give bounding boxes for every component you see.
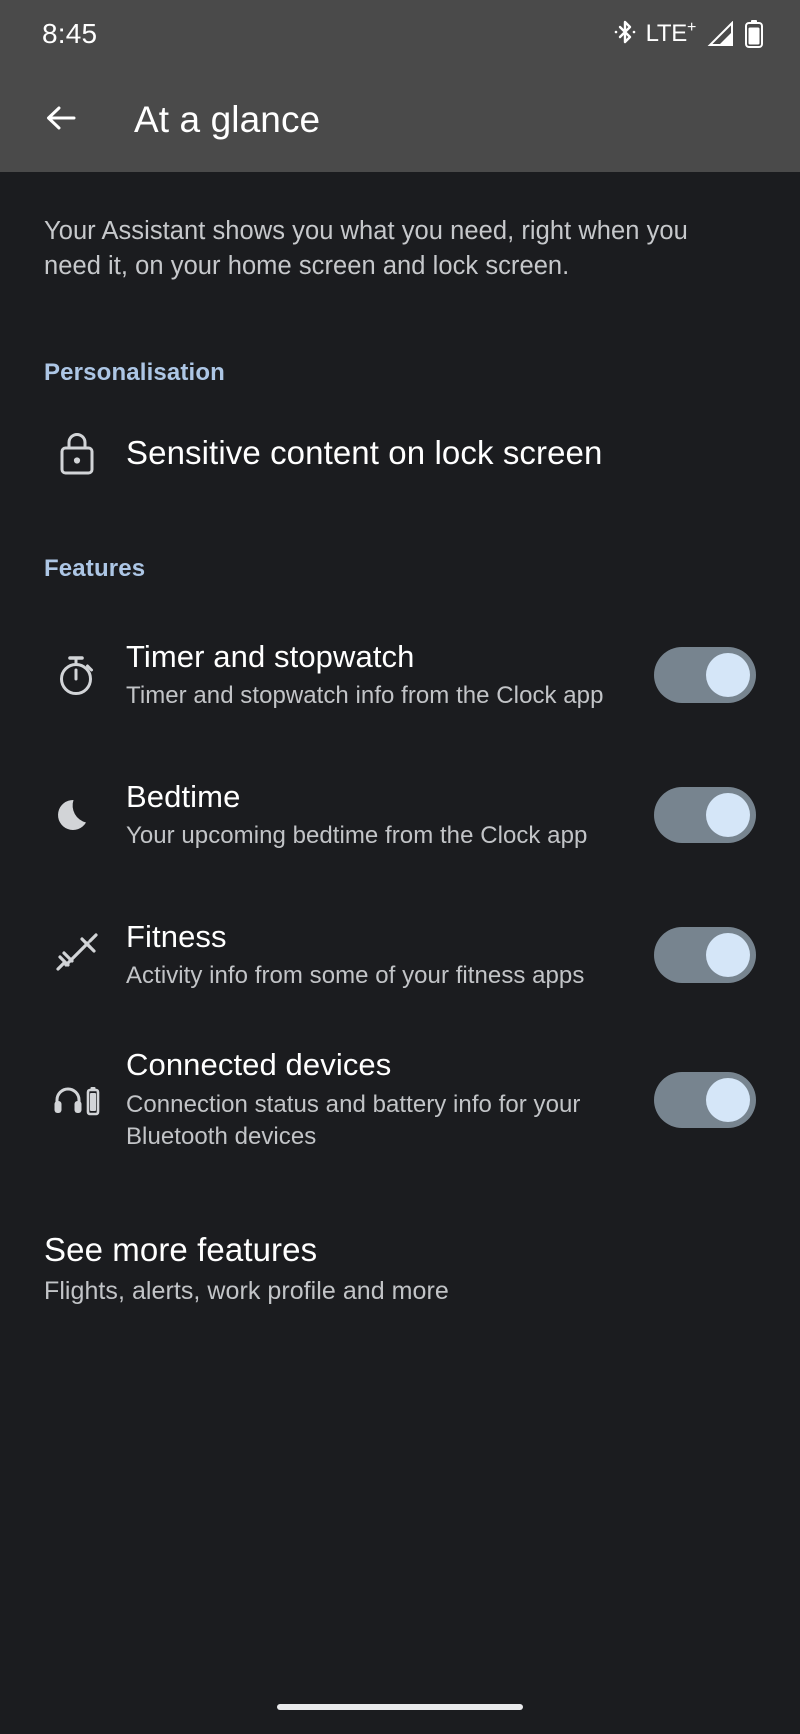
moon-icon xyxy=(44,791,110,839)
app-bar: At a glance xyxy=(0,68,800,172)
list-item-fitness[interactable]: Fitness Activity info from some of your … xyxy=(44,907,756,1003)
list-item-title: Sensitive content on lock screen xyxy=(126,433,603,471)
list-item-subtitle: Your upcoming bedtime from the Clock app xyxy=(126,822,588,850)
lock-icon xyxy=(44,429,110,477)
section-header-features: Features xyxy=(44,555,146,583)
toggle-bedtime[interactable] xyxy=(654,787,756,844)
gesture-navigation-area xyxy=(0,1680,800,1734)
toggle-connected-devices[interactable] xyxy=(654,1072,756,1129)
list-item-subtitle: Timer and stopwatch info from the Clock … xyxy=(126,682,604,710)
phone-screen: 8:45 LTE+ At a glance Your Assistant sho… xyxy=(0,0,800,1734)
toggle-timer-and-stopwatch[interactable] xyxy=(654,647,756,704)
list-item-text: Bedtime Your upcoming bedtime from the C… xyxy=(110,779,636,852)
network-type-label: LTE+ xyxy=(645,18,697,47)
settings-content: Your Assistant shows you what you need, … xyxy=(0,172,800,1734)
list-item-text: Connected devices Connection status and … xyxy=(110,1047,636,1152)
toggle-thumb xyxy=(706,1078,750,1123)
headphones-battery-icon xyxy=(44,1080,110,1120)
list-item-title: Bedtime xyxy=(126,778,241,814)
list-item-text: Sensitive content on lock screen xyxy=(110,434,756,473)
back-button[interactable] xyxy=(30,89,92,151)
status-bar-icons: LTE+ xyxy=(614,19,764,49)
list-item-text: Fitness Activity info from some of your … xyxy=(110,919,636,992)
list-item-title: Fitness xyxy=(126,918,227,954)
battery-icon xyxy=(744,19,764,49)
list-item-bedtime[interactable]: Bedtime Your upcoming bedtime from the C… xyxy=(44,767,756,863)
see-more-features-title: See more features xyxy=(44,1230,318,1268)
arrow-left-icon xyxy=(40,97,82,144)
see-more-features-block[interactable]: See more features Flights, alerts, work … xyxy=(44,1231,756,1306)
list-item-connected-devices[interactable]: Connected devices Connection status and … xyxy=(44,1047,756,1152)
list-item-title: Timer and stopwatch xyxy=(126,638,415,674)
bluetooth-icon xyxy=(614,19,636,49)
list-item-subtitle: Connection status and battery info for y… xyxy=(126,1090,581,1150)
list-item-sensitive-content[interactable]: Sensitive content on lock screen xyxy=(44,429,756,477)
signal-icon xyxy=(706,21,734,47)
list-item-title: Connected devices xyxy=(126,1047,392,1083)
list-item-subtitle: Activity info from some of your fitness … xyxy=(126,962,585,990)
toggle-fitness[interactable] xyxy=(654,927,756,984)
list-item-text: Timer and stopwatch Timer and stopwatch … xyxy=(110,639,636,712)
status-bar-clock: 8:45 xyxy=(42,18,98,49)
toggle-thumb xyxy=(706,933,750,978)
intro-description: Your Assistant shows you what you need, … xyxy=(44,217,688,281)
dumbbell-icon xyxy=(44,931,110,979)
home-indicator[interactable] xyxy=(277,1704,523,1710)
section-header-personalisation: Personalisation xyxy=(44,359,225,387)
page-title: At a glance xyxy=(134,99,321,140)
toggle-thumb xyxy=(706,653,750,698)
see-more-features-subtitle: Flights, alerts, work profile and more xyxy=(44,1276,449,1305)
status-bar: 8:45 LTE+ xyxy=(0,0,800,68)
toggle-thumb xyxy=(706,793,750,838)
stopwatch-icon xyxy=(44,650,110,700)
list-item-timer-and-stopwatch[interactable]: Timer and stopwatch Timer and stopwatch … xyxy=(44,627,756,723)
